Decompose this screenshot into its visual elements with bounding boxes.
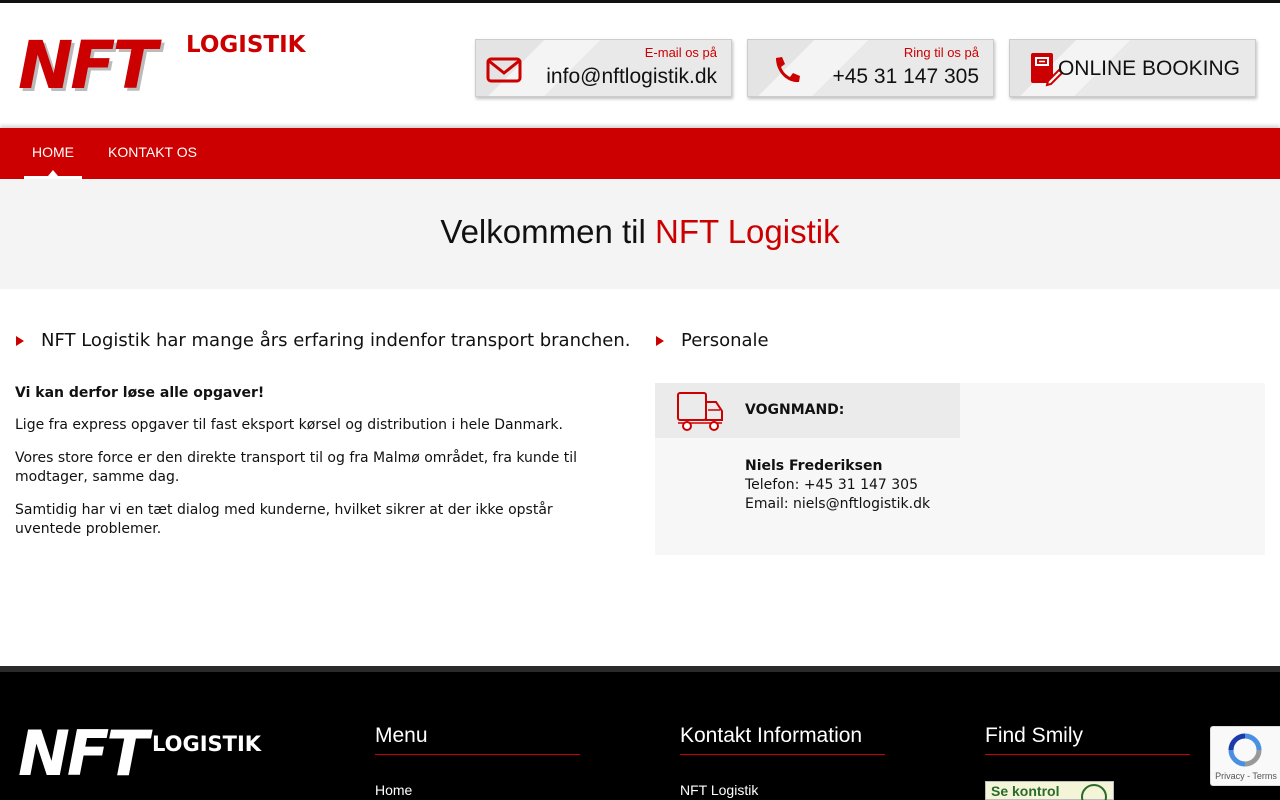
footer-smiley-title: Find Smily	[985, 724, 1190, 755]
nav-item-kontakt-label: KONTAKT OS	[108, 144, 197, 160]
footer-company-name: NFT Logistik	[680, 782, 759, 798]
intro-paragraph-4: Samtidig har vi en tæt dialog med kunder…	[15, 502, 553, 537]
footer-link-home[interactable]: Home	[375, 782, 412, 798]
phone-contact-box[interactable]: Ring til os på +45 31 147 305	[747, 39, 994, 97]
intro-heading: NFT Logistik har mange års erfaring inde…	[16, 330, 636, 354]
smiley-badge[interactable]: Se kontrol	[985, 781, 1114, 800]
smiley-face-icon	[1081, 784, 1107, 800]
footer-logo-nft-text: NFT	[18, 717, 149, 790]
main-nav: HOME KONTAKT OS	[0, 128, 1280, 179]
staff-heading: Personale	[656, 330, 956, 354]
page-title-plain: Velkommen til	[440, 213, 646, 250]
email-contact-box[interactable]: E-mail os på info@nftlogistik.dk	[475, 39, 732, 97]
hero-banner: Velkommen til NFT Logistik	[0, 179, 1280, 289]
footer-menu-title: Menu	[375, 724, 580, 755]
smiley-badge-text: Se kontrol	[991, 783, 1060, 799]
nav-item-kontakt[interactable]: KONTAKT OS	[100, 128, 205, 179]
mail-icon	[486, 57, 522, 83]
active-caret-icon	[48, 170, 58, 176]
staff-phone[interactable]: Telefon: +45 31 147 305	[745, 477, 918, 493]
footer-logo[interactable]: NFT LOGISTIK	[18, 722, 278, 792]
bullet-triangle-icon	[16, 336, 24, 346]
staff-heading-text: Personale	[681, 330, 769, 351]
phone-icon	[776, 57, 800, 83]
intro-paragraph-1: Vi kan derfor løse alle opgaver!	[15, 385, 265, 401]
footer-smiley-column: Find Smily	[985, 724, 1190, 755]
page-title: Velkommen til NFT Logistik	[0, 213, 1280, 251]
recaptcha-links[interactable]: Privacy - Terms	[1211, 771, 1280, 781]
staff-card-header: VOGNMAND:	[655, 383, 960, 438]
footer-menu-column: Menu	[375, 724, 580, 755]
site-header: NFT LOGISTIK E-mail os på info@nftlogist…	[0, 3, 1280, 128]
staff-email[interactable]: Email: niels@nftlogistik.dk	[745, 496, 930, 512]
truck-icon	[677, 392, 723, 431]
footer-logo-sub-text: LOGISTIK	[152, 732, 262, 756]
phone-number[interactable]: +45 31 147 305	[832, 65, 979, 89]
phone-label: Ring til os på	[903, 45, 979, 60]
intro-heading-text: NFT Logistik har mange års erfaring inde…	[41, 330, 631, 351]
footer-contact-column: Kontakt Information	[680, 724, 885, 755]
bullet-triangle-icon	[656, 336, 664, 346]
nav-item-home-label: HOME	[32, 144, 74, 160]
intro-paragraph-2: Lige fra express opgaver til fast ekspor…	[15, 417, 563, 433]
email-label: E-mail os på	[644, 45, 717, 60]
recaptcha-badge[interactable]: Privacy - Terms	[1210, 726, 1280, 786]
page-title-accent: NFT Logistik	[654, 213, 840, 250]
recaptcha-icon	[1228, 733, 1262, 767]
logo-sub-text: LOGISTIK	[186, 32, 306, 58]
staff-card: VOGNMAND: Niels Frederiksen Telefon: +45…	[655, 383, 1265, 555]
email-address[interactable]: info@nftlogistik.dk	[546, 65, 717, 89]
booking-label: ONLINE BOOKING	[1057, 57, 1240, 80]
staff-role: VOGNMAND:	[745, 402, 845, 418]
site-logo[interactable]: NFT LOGISTIK	[16, 31, 316, 101]
staff-name: Niels Frederiksen	[745, 458, 883, 474]
footer-contact-title: Kontakt Information	[680, 724, 885, 755]
logo-nft-text: NFT	[18, 27, 157, 104]
online-booking-button[interactable]: ONLINE BOOKING	[1009, 39, 1256, 97]
nav-item-home[interactable]: HOME	[24, 128, 82, 179]
intro-paragraph-3: Vores store force er den direkte transpo…	[15, 450, 578, 485]
